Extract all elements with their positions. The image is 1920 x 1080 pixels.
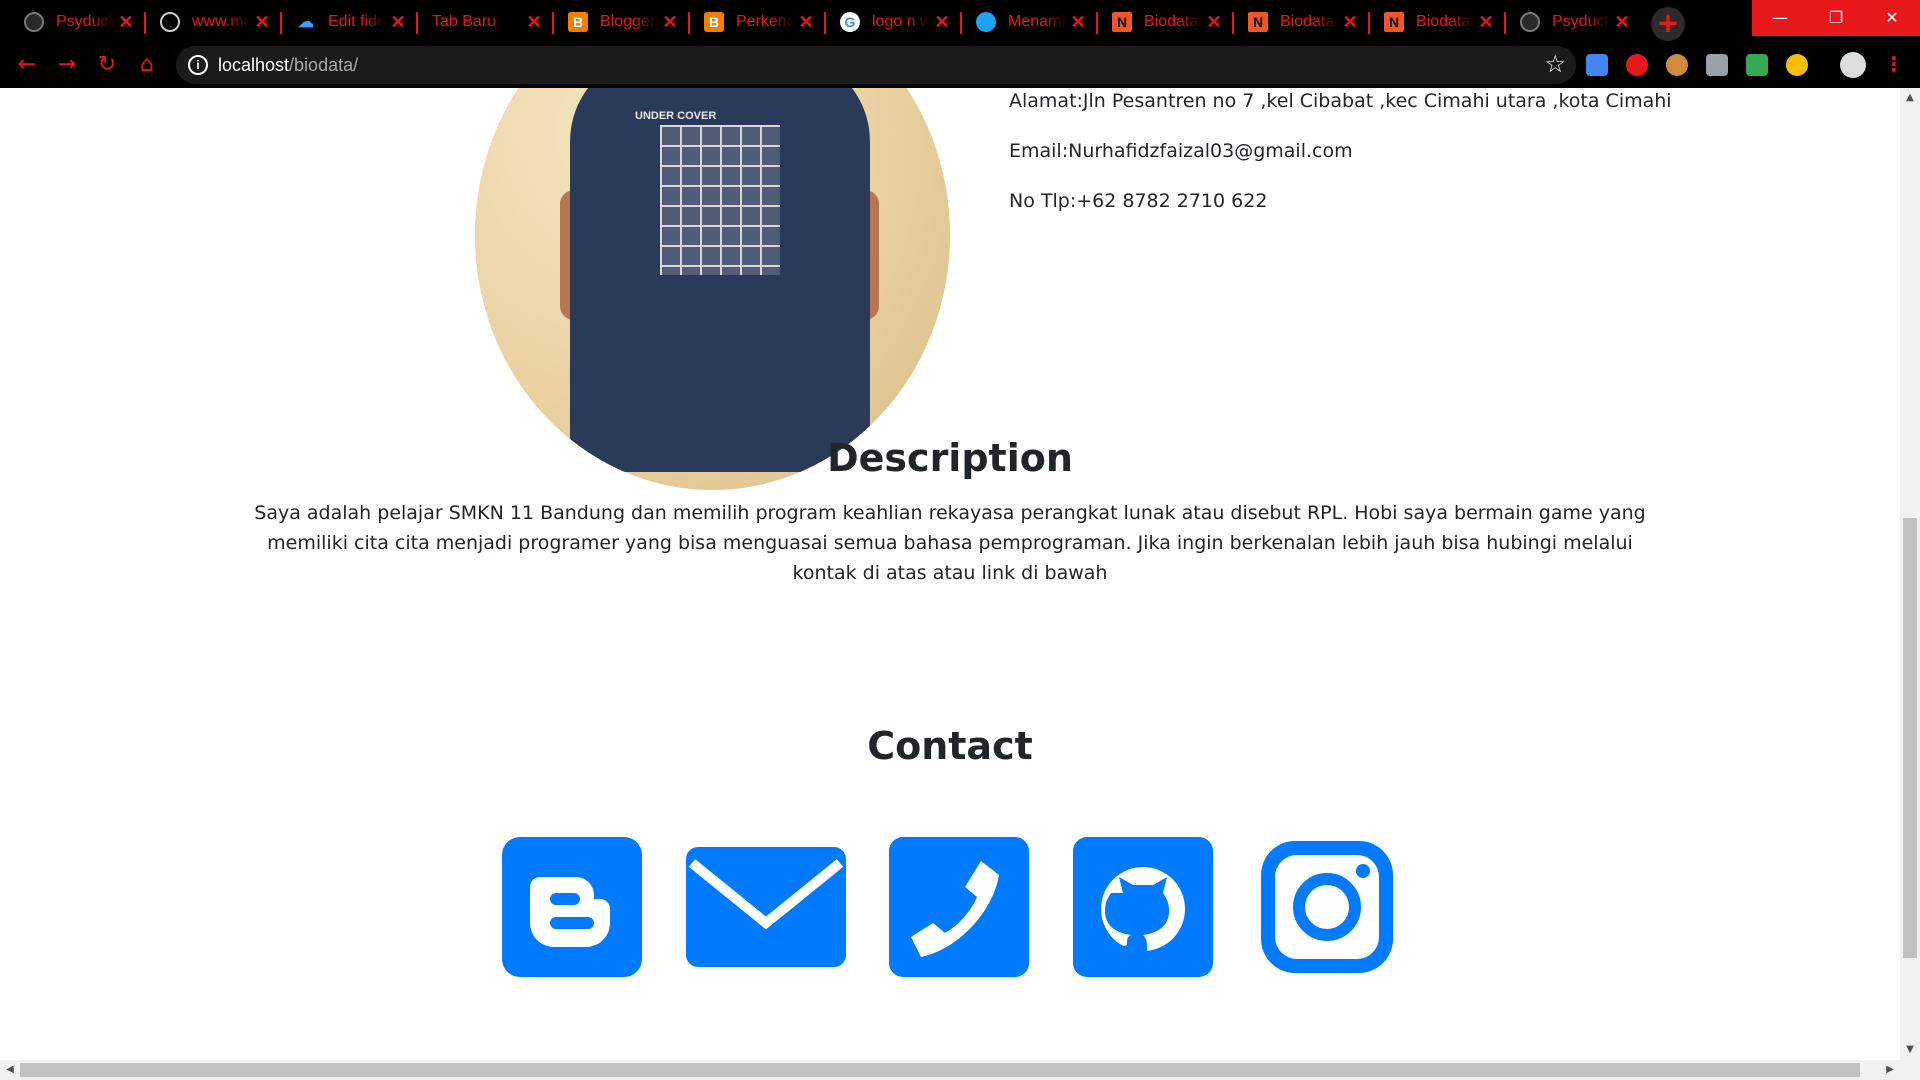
restore-button[interactable]: ❐: [1808, 0, 1864, 36]
mail-icon[interactable]: [686, 837, 846, 977]
n-icon: N: [1112, 12, 1132, 32]
description-heading: Description: [827, 436, 1073, 480]
close-icon[interactable]: ✕: [1474, 12, 1498, 33]
url-host: localhost: [218, 55, 290, 75]
close-icon[interactable]: ✕: [250, 12, 274, 33]
close-icon[interactable]: ✕: [930, 12, 954, 33]
blogger-icon: B: [568, 12, 588, 32]
address-text: Alamat:Jln Pesantren no 7 ,kel Cibabat ,…: [1009, 90, 1672, 112]
close-icon[interactable]: ✕: [1338, 12, 1362, 33]
back-button[interactable]: ←: [12, 50, 42, 80]
tab-edit-fiddle[interactable]: ☁ Edit fidd ✕: [282, 4, 418, 40]
tab-title: www.ma: [192, 13, 250, 30]
scroll-right-arrow-icon[interactable]: ▶: [1880, 1060, 1900, 1080]
vertical-scrollbar[interactable]: ▲ ▼: [1900, 88, 1920, 1060]
tab-psyduck-2[interactable]: Psyduck ✕: [1506, 4, 1642, 40]
horizontal-scroll-thumb[interactable]: [20, 1063, 1860, 1077]
adblock-icon[interactable]: [1626, 54, 1648, 76]
profile-photo: UNDER COVER: [475, 88, 950, 490]
tab-psyduck[interactable]: Psyduck ✕: [10, 4, 146, 40]
contact-heading: Contact: [867, 724, 1033, 768]
tab-tab-baru[interactable]: Tab Baru ✕: [418, 4, 554, 40]
bird-icon: [976, 12, 996, 32]
close-icon[interactable]: ✕: [386, 12, 410, 33]
vertical-scroll-thumb[interactable]: [1903, 518, 1917, 958]
close-icon[interactable]: ✕: [658, 12, 682, 33]
address-bar[interactable]: i localhost/biodata/ ☆: [176, 46, 1576, 84]
github-icon: [1520, 12, 1540, 32]
close-icon[interactable]: ✕: [114, 12, 138, 33]
tab-title: Edit fidd: [328, 13, 386, 30]
bookmark-star-icon[interactable]: ☆: [1544, 50, 1566, 78]
horizontal-scrollbar[interactable]: ◀ ▶: [0, 1060, 1920, 1080]
classroom-icon[interactable]: [1746, 54, 1768, 76]
n-icon: N: [1384, 12, 1404, 32]
tab-blogger[interactable]: B Blogger ✕: [554, 4, 690, 40]
home-button[interactable]: ⌂: [132, 50, 162, 80]
tab-title: Menamb: [1008, 13, 1066, 30]
scroll-down-arrow-icon[interactable]: ▼: [1900, 1040, 1920, 1060]
tab-title: Tab Baru: [432, 13, 497, 30]
menu-kebab-icon[interactable]: ⋮: [1884, 52, 1904, 76]
close-icon[interactable]: ✕: [1202, 12, 1226, 33]
tab-title: Psyduck: [56, 13, 114, 30]
scroll-left-arrow-icon[interactable]: ◀: [0, 1060, 20, 1080]
github-icon[interactable]: [1073, 837, 1213, 977]
n-icon: N: [1248, 12, 1268, 32]
minimize-button[interactable]: —: [1752, 0, 1808, 36]
close-icon[interactable]: ✕: [1066, 12, 1090, 33]
cookie-icon[interactable]: [1666, 54, 1688, 76]
tab-bar: Psyduck ✕ www.ma ✕ ☁ Edit fidd ✕ Tab Bar…: [0, 0, 1920, 42]
scroll-up-arrow-icon[interactable]: ▲: [1900, 88, 1920, 108]
translate-icon[interactable]: [1586, 54, 1608, 76]
close-icon[interactable]: ✕: [794, 12, 818, 33]
info-icon[interactable]: i: [188, 55, 208, 75]
tab-menambah[interactable]: Menamb ✕: [962, 4, 1098, 40]
tab-title: logo n w: [872, 13, 930, 30]
blogger-icon: B: [704, 12, 724, 32]
tab-title: Blogger: [600, 13, 656, 30]
profile-avatar-icon[interactable]: [1840, 52, 1866, 78]
instagram-icon[interactable]: [1257, 837, 1397, 977]
url-path: /biodata/: [289, 55, 359, 75]
globe-icon: [160, 12, 180, 32]
cloud-icon: ☁: [296, 12, 316, 32]
email-text: Email:Nurhafidzfaizal03@gmail.com: [1009, 140, 1353, 162]
tab-biodata-3[interactable]: N Biodata ✕: [1370, 4, 1506, 40]
tab-title: Biodata: [1416, 13, 1471, 30]
new-tab-button[interactable]: +: [1651, 7, 1685, 41]
phone-icon[interactable]: [889, 837, 1029, 977]
page-viewport: UNDER COVER Alamat:Jln Pesantren no 7 ,k…: [0, 88, 1900, 1060]
tab-biodata-1[interactable]: N Biodata ✕: [1098, 4, 1234, 40]
shirt-print-text: UNDER COVER: [635, 110, 717, 122]
forward-button[interactable]: →: [52, 50, 82, 80]
tab-perkenalan[interactable]: B Perkenal ✕: [690, 4, 826, 40]
tab-title: Biodata: [1280, 13, 1335, 30]
blogger-icon[interactable]: [502, 837, 642, 977]
github-icon: [24, 12, 44, 32]
tab-title: Perkenal: [736, 13, 794, 30]
google-icon: G: [840, 12, 860, 32]
close-window-button[interactable]: ✕: [1864, 0, 1920, 36]
extension-icon[interactable]: [1786, 54, 1808, 76]
cast-icon[interactable]: [1706, 54, 1728, 76]
reload-button[interactable]: ↻: [92, 50, 122, 80]
tab-title: Biodata: [1144, 13, 1199, 30]
description-text: Saya adalah pelajar SMKN 11 Bandung dan …: [254, 502, 1646, 584]
tab-www[interactable]: www.ma ✕: [146, 4, 282, 40]
close-icon[interactable]: ✕: [1610, 12, 1634, 33]
phone-text: No Tlp:+62 8782 2710 622: [1009, 190, 1268, 212]
tab-logo[interactable]: G logo n w ✕: [826, 4, 962, 40]
close-icon[interactable]: ✕: [522, 12, 546, 33]
tab-biodata-2[interactable]: N Biodata ✕: [1234, 4, 1370, 40]
browser-toolbar: ← → ↻ ⌂ i localhost/biodata/ ☆ ⋮: [0, 42, 1920, 88]
url-text[interactable]: localhost/biodata/: [218, 55, 358, 76]
tab-title: Psyduck: [1552, 13, 1610, 30]
